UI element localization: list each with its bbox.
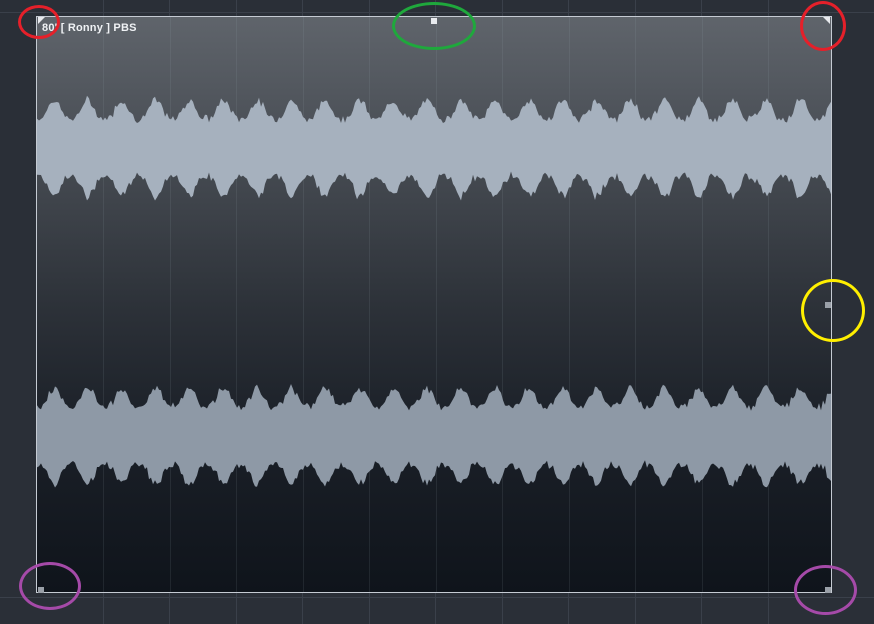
track-separator <box>0 12 874 13</box>
waveform <box>37 95 831 488</box>
bottom-left-handle-icon[interactable] <box>38 587 44 593</box>
waveform-channel-right <box>37 384 831 488</box>
audio-event[interactable]: 80' [ Ronny ] PBS <box>36 16 832 593</box>
fade-in-handle-icon[interactable] <box>38 17 45 24</box>
track-separator <box>0 597 874 598</box>
volume-handle-icon[interactable] <box>431 18 437 24</box>
fade-out-handle-icon[interactable] <box>823 17 830 24</box>
event-name: 80' [ Ronny ] PBS <box>42 22 137 34</box>
sizing-handle-icon[interactable] <box>825 302 831 308</box>
bottom-right-handle-icon[interactable] <box>825 587 831 593</box>
waveform-channel-left <box>37 95 831 201</box>
